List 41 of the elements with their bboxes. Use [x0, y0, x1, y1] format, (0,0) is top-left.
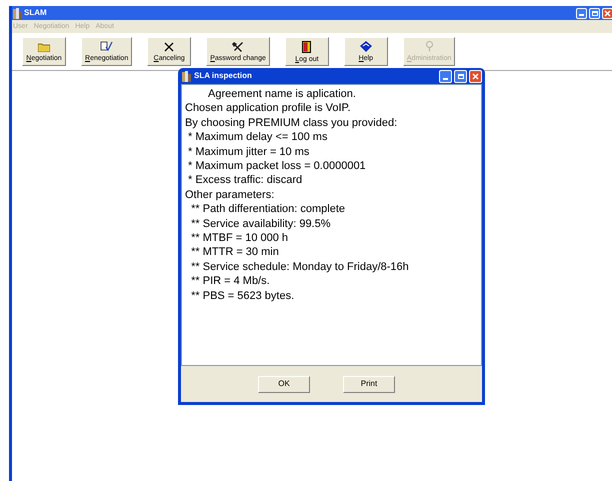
text-line: ** Service availability: 99.5%	[190, 216, 332, 232]
text-line: ** MTBF = 10 000 h	[190, 231, 290, 246]
text-line: * Maximum packet loss = 0.0000001	[187, 159, 367, 174]
minimize-button[interactable]	[576, 8, 587, 18]
folder-icon	[38, 42, 50, 52]
door-icon	[302, 40, 312, 52]
text-line: * Excess traffic: discard	[187, 173, 304, 188]
close-button[interactable]	[469, 70, 482, 82]
text-line: * Maximum delay <= 100 ms	[187, 130, 328, 145]
text-line: ** Path differentiation: complete	[190, 202, 346, 217]
hammer-icon	[232, 41, 244, 52]
minimize-icon	[443, 78, 448, 80]
dialog-title: SLA inspection	[194, 72, 252, 80]
app-logo-icon	[182, 70, 191, 82]
maximize-icon	[592, 10, 598, 16]
close-icon	[164, 42, 174, 52]
dialog-button[interactable]: Print	[343, 376, 395, 392]
app-logo-icon	[13, 8, 22, 18]
text-line: Other parameters:	[185, 188, 276, 202]
diamond-icon	[360, 41, 372, 52]
key-icon	[424, 41, 434, 52]
text-area[interactable]	[181, 84, 482, 366]
maximize-button[interactable]	[589, 8, 600, 18]
text-line: ** PBS = 5623 bytes.	[190, 288, 296, 304]
minimize-icon	[579, 14, 584, 16]
window-title: SLAM	[24, 9, 47, 17]
dialog-button[interactable]: OK	[258, 376, 310, 392]
text-line: ** Service schedule: Monday to Friday/8-16h	[190, 260, 410, 274]
text-line: By choosing PREMIUM class you provided:	[185, 116, 398, 130]
close-icon	[604, 10, 611, 16]
text-line: ** PIR = 4 Mb/s.	[190, 274, 271, 289]
text-line: * Maximum jitter = 10 ms	[187, 144, 310, 160]
close-button[interactable]	[602, 8, 612, 18]
text-line: Chosen application profile is VoIP.	[185, 101, 352, 116]
close-icon	[472, 72, 479, 80]
text-line: Agreement name is aplication.	[207, 87, 357, 102]
text-line: ** MTTR = 30 min	[190, 245, 280, 260]
maximize-button[interactable]	[454, 70, 467, 82]
maximize-icon	[458, 74, 464, 78]
pencil-check-icon	[100, 41, 114, 52]
minimize-button[interactable]	[439, 70, 452, 82]
